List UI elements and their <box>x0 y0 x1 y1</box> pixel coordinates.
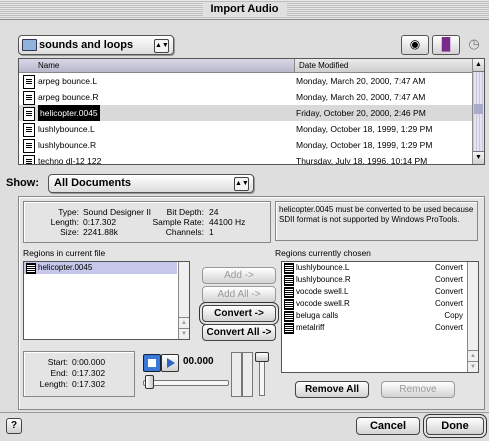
stop-button[interactable] <box>143 354 161 372</box>
document-icon <box>23 107 35 121</box>
file-info-box: Type: Sound Designer II Length: 0:17.302… <box>23 201 271 243</box>
cancel-button[interactable]: Cancel <box>356 417 420 435</box>
stop-icon <box>148 359 156 367</box>
region-icon <box>26 263 36 274</box>
region-icon <box>284 323 294 334</box>
regions-chosen-label: Regions currently chosen <box>275 248 371 258</box>
scrub-slider-track[interactable] <box>143 380 229 386</box>
scroll-down-icon[interactable]: ▼ <box>468 361 478 372</box>
chosen-region-item[interactable]: lushlybounce.R Convert <box>282 274 467 286</box>
help-icon: ? <box>10 420 18 431</box>
divider <box>0 412 489 413</box>
name-column-header[interactable]: Name <box>19 59 295 72</box>
region-icon <box>284 311 294 322</box>
chosen-region-item[interactable]: vocode swell.L Convert <box>282 286 467 298</box>
chevron-updown-icon: ▲▼ <box>234 177 249 191</box>
document-icon <box>23 139 35 153</box>
show-label: Show: <box>6 177 39 189</box>
chosen-region-item[interactable]: metalriff Convert <box>282 322 467 334</box>
show-popup[interactable]: All Documents ▲▼ <box>48 174 254 193</box>
book-icon: █ <box>441 37 451 51</box>
scroll-up-icon[interactable]: ▲ <box>473 59 484 72</box>
remove-button[interactable]: Remove <box>381 381 455 398</box>
play-button[interactable] <box>161 354 179 372</box>
file-row[interactable]: lushlybounce.R Monday, October 18, 1999,… <box>19 137 484 153</box>
volume-slider-thumb[interactable] <box>255 352 269 362</box>
scroll-down-icon[interactable]: ▼ <box>179 328 189 339</box>
show-value: All Documents <box>54 177 132 189</box>
add-button[interactable]: Add -> <box>202 267 276 284</box>
chosen-region-item[interactable]: beluga calls Copy <box>282 310 467 322</box>
region-icon <box>284 287 294 298</box>
regions-current-scrollbar[interactable]: ▲ ▼ <box>178 262 189 339</box>
regions-current-label: Regions in current file <box>23 248 106 258</box>
title-bar[interactable]: Import Audio <box>0 0 489 20</box>
regions-chosen-list[interactable]: lushlybounce.L Convert lushlybounce.R Co… <box>281 261 479 373</box>
document-icon <box>23 123 35 137</box>
convert-all-button[interactable]: Convert All -> <box>202 324 276 341</box>
region-item-selected[interactable]: helicopter.0045 <box>24 262 177 274</box>
file-row[interactable]: techno dl-12 122 Thursday, July 18, 1996… <box>19 153 484 164</box>
file-list-header: Name Date Modified <box>19 59 472 73</box>
convert-button[interactable]: Convert -> <box>202 305 276 322</box>
add-all-button[interactable]: Add All -> <box>202 286 276 303</box>
network-button[interactable]: ◉ <box>401 35 429 55</box>
regions-chosen-scrollbar[interactable]: ▲ ▼ <box>467 262 478 372</box>
scroll-up-icon[interactable]: ▲ <box>179 317 189 328</box>
file-row[interactable]: arpeg bounce.R Monday, March 20, 2000, 7… <box>19 89 484 105</box>
scrub-slider-thumb[interactable] <box>145 375 154 389</box>
file-row-selected[interactable]: helicopter.0045 Friday, October 20, 2000… <box>19 105 484 121</box>
remove-all-button[interactable]: Remove All <box>295 381 369 398</box>
recent-button[interactable]: ◷ <box>464 35 484 53</box>
document-icon <box>23 155 35 164</box>
scroll-down-icon[interactable]: ▼ <box>473 151 484 164</box>
scroll-up-icon[interactable]: ▲ <box>468 350 478 361</box>
chevron-updown-icon: ▲▼ <box>154 39 169 53</box>
document-icon <box>23 75 35 89</box>
region-icon <box>284 275 294 286</box>
document-icon <box>23 91 35 105</box>
window-title: Import Audio <box>202 2 287 16</box>
play-icon <box>167 358 175 368</box>
help-button[interactable]: ? <box>6 418 22 434</box>
date-column-header[interactable]: Date Modified <box>299 59 348 72</box>
done-button[interactable]: Done <box>426 417 484 435</box>
folder-icon <box>22 39 37 51</box>
file-list[interactable]: Name Date Modified arpeg bounce.L Monday… <box>18 58 485 165</box>
favorites-button[interactable]: █ <box>432 35 460 55</box>
level-meter-left <box>231 352 242 397</box>
selection-times-box: Start: 0:00.000 End: 0:17.302 Length: 0:… <box>23 351 135 397</box>
level-meter-right <box>242 352 253 397</box>
region-icon <box>284 299 294 310</box>
region-icon <box>284 263 294 274</box>
import-panel: Type: Sound Designer II Length: 0:17.302… <box>18 196 485 410</box>
playback-position: 00.000 <box>183 356 214 367</box>
regions-current-list[interactable]: helicopter.0045 ▲ ▼ <box>23 261 190 340</box>
conversion-message: helicopter.0045 must be converted to be … <box>275 201 478 241</box>
chosen-region-item[interactable]: vocode swell.R Convert <box>282 298 467 310</box>
chosen-region-item[interactable]: lushlybounce.L Convert <box>282 262 467 274</box>
file-list-scrollbar[interactable]: ▲ ▼ <box>472 59 484 164</box>
file-row[interactable]: arpeg bounce.L Monday, March 20, 2000, 7… <box>19 73 484 89</box>
scroll-thumb[interactable] <box>474 104 483 114</box>
history-icon: ◷ <box>468 36 480 51</box>
location-popup[interactable]: sounds and loops ▲▼ <box>18 35 174 55</box>
location-label: sounds and loops <box>39 39 134 51</box>
file-row[interactable]: lushlybounce.L Monday, October 18, 1999,… <box>19 121 484 137</box>
network-icon: ◉ <box>409 37 421 51</box>
